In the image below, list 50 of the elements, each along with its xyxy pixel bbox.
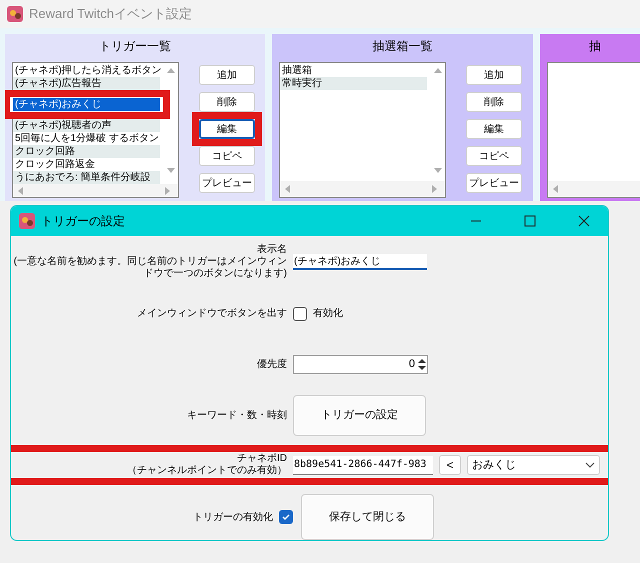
panel-button[interactable]: 追加 [199, 65, 255, 85]
list-item[interactable]: 常時実行 [280, 77, 427, 90]
field-label: トリガーの有効化 [193, 510, 273, 524]
window-title: Reward Twitchイベント設定 [29, 5, 192, 24]
horizontal-scrollbar[interactable] [13, 184, 178, 197]
back-button[interactable]: < [439, 455, 461, 475]
chevron-down-icon [585, 462, 595, 468]
app-icon [19, 213, 35, 229]
close-icon[interactable] [578, 215, 590, 227]
panel-button[interactable]: 編集 [199, 119, 255, 139]
panel-button[interactable]: 追加 [466, 65, 522, 85]
list-item[interactable]: クロック回路返金 [13, 158, 160, 171]
checkbox[interactable] [279, 510, 293, 524]
priority-spinner[interactable]: 0 [293, 355, 428, 374]
field-label: 優先度 [256, 358, 288, 370]
name-field[interactable]: (チャネポ)おみくじ [293, 254, 427, 270]
panel-button[interactable]: プレビュー [199, 173, 255, 193]
list-item[interactable]: (チャネポ)広告報告 [13, 77, 160, 90]
panel-button[interactable]: コピペ [466, 146, 522, 166]
panel-title: 抽選箱一覧 [372, 38, 434, 55]
maximize-icon[interactable] [524, 215, 536, 227]
list-item[interactable]: 5回毎に人を1分爆破 するボタン [13, 132, 160, 145]
panel-button[interactable]: 編集 [466, 119, 522, 139]
checkbox[interactable] [293, 306, 307, 320]
field-label: メインウィンドウでボタンを出す [136, 308, 288, 320]
trigger-settings-button[interactable]: トリガーの設定 [293, 395, 426, 436]
panel-button[interactable]: プレビュー [466, 173, 522, 193]
panel-title: 抽 [588, 38, 602, 55]
spin-arrows-icon[interactable] [417, 357, 427, 372]
field-label: 表示名 (一意な名前を勧めます。同じ名前のトリガーはメインウィン ドウで一つのボタンになります) [12, 244, 288, 280]
checkbox-label: 有効化 [313, 306, 343, 321]
list-item[interactable]: (チャネポ)押したら消えるボタン [13, 64, 160, 77]
panel-button[interactable]: 削除 [199, 92, 255, 112]
horizontal-scrollbar[interactable] [280, 181, 445, 197]
panel-button[interactable]: 削除 [466, 92, 522, 112]
panel-button[interactable]: コピペ [199, 146, 255, 166]
field-label: チャネポID （チャンネルポイントでのみ有効） [126, 453, 288, 477]
list-item[interactable]: クロック回路 [13, 145, 160, 158]
save-close-button[interactable]: 保存して閉じる [301, 494, 434, 540]
dialog-title: トリガーの設定 [41, 213, 126, 230]
field-label: キーワード・数・時刻 [186, 410, 288, 422]
reward-dropdown[interactable]: おみくじ [467, 455, 600, 475]
check-icon [281, 512, 291, 522]
panel-title: トリガー一覧 [98, 38, 172, 55]
channel-id-field[interactable]: 8b89e541-2866-447f-983 [293, 456, 433, 474]
list-item[interactable]: うにあおでろ: 簡単条件分岐設 [13, 171, 160, 184]
list-item[interactable]: 抽選箱 [280, 64, 427, 77]
list-item[interactable]: (チャネポ)視聴者の声 [13, 119, 160, 132]
app-icon [7, 6, 23, 22]
list-item[interactable]: (チャネポ)おみくじ [13, 98, 160, 111]
